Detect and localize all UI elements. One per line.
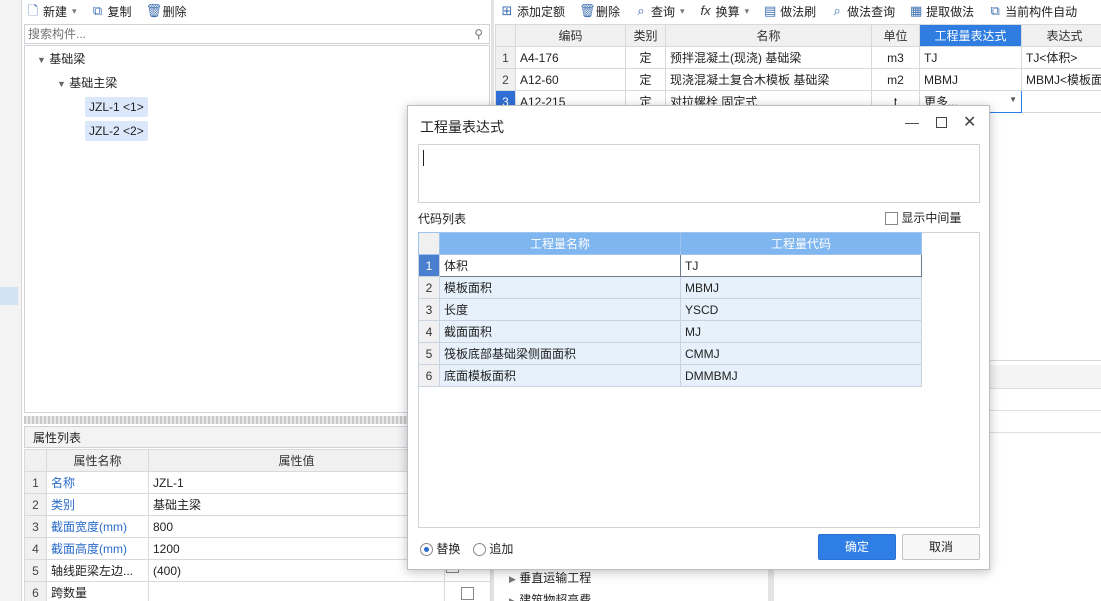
chevron-down-icon: ▾ [680, 5, 685, 16]
table-row[interactable]: 1 A4-176 定 预拌混凝土(现浇) 基础梁 m3 TJ TJ<体积> [495, 46, 1101, 69]
quota-table: 编码 类别 名称 单位 工程量表达式 表达式 1 A4-176 定 预拌混凝土(… [495, 24, 1101, 113]
lower-tree-panel: ▶ 垂直运输工程 ▶ 建筑物超高费 [495, 568, 773, 601]
col-type: 类别 [625, 24, 666, 47]
expand-icon[interactable]: ▶ [509, 596, 516, 601]
append-option[interactable]: 追加 [473, 540, 513, 557]
table-row[interactable]: 6 底面模板面积 DMMBMJ [418, 364, 922, 387]
right-toolbar: ⊞ 添加定额 🗑 删除 ⌕ 查询 ▾ fx 换算 ▾ ▤ 做法刷 ⌕ 做法查询 ▦ 提取做法 ⧉ 当… [500, 0, 1101, 22]
col-quantity-code: 工程量代码 [680, 232, 922, 255]
tree-leaf-1[interactable]: JZL-1 <1> [85, 97, 148, 117]
extract-icon: ▦ [910, 3, 923, 18]
table-row[interactable]: 3 长度 YSCD [418, 298, 922, 321]
lower-divider [768, 568, 774, 601]
table-row[interactable]: 5 筏板底部基础梁侧面面积 CMMJ [418, 342, 922, 365]
lower-right-panel [988, 360, 1101, 601]
tree-node-vertical-transport[interactable]: ▶ 垂直运输工程 [509, 568, 591, 588]
chevron-down-icon: ▾ [72, 5, 77, 16]
checkbox[interactable] [461, 586, 474, 600]
col-prop-value: 属性值 [148, 449, 445, 472]
col-name: 名称 [665, 24, 872, 47]
left-toolbar: 🗋 新建 ▾ ⧉ 复制 🗑 删除 [26, 0, 490, 22]
extract-method-button[interactable]: ▦ 提取做法 [909, 3, 974, 20]
add-quota-button[interactable]: ⊞ 添加定额 [500, 3, 565, 20]
tree-node-root[interactable]: ▼ 基础梁 [37, 49, 85, 69]
collapse-icon[interactable]: ▼ [57, 79, 66, 89]
code-list-label: 代码列表 [418, 212, 467, 226]
col-expression: 工程量表达式 [919, 24, 1022, 47]
expand-icon[interactable]: ▶ [509, 574, 516, 584]
maximize-icon[interactable] [936, 117, 947, 128]
dialog-title: 工程量表达式 [420, 119, 504, 135]
query-button[interactable]: ⌕ 查询 ▾ [634, 3, 685, 20]
close-icon[interactable]: ✕ [963, 112, 976, 132]
col-code: 编码 [515, 24, 626, 47]
delete-quota-button[interactable]: 🗑 删除 [579, 3, 620, 20]
table-row[interactable]: 2 模板面积 MBMJ [418, 276, 922, 299]
table-row[interactable]: 4 截面面积 MJ [418, 320, 922, 343]
query-icon: ⌕ [833, 3, 841, 18]
chevron-down-icon[interactable]: ▼ [1009, 95, 1017, 104]
cancel-button[interactable]: 取消 [902, 534, 980, 560]
query-icon: ⌕ [637, 3, 645, 18]
method-query-button[interactable]: ⌕ 做法查询 [830, 3, 896, 20]
new-file-icon: 🗋 [27, 3, 39, 18]
append-radio[interactable] [473, 543, 486, 557]
replace-option[interactable]: 替换 [420, 540, 460, 557]
delete-button[interactable]: 🗑 删除 [146, 3, 187, 20]
replace-radio[interactable] [420, 543, 433, 557]
chevron-down-icon: ▾ [744, 5, 750, 16]
tree-node-child[interactable]: ▼ 基础主梁 [57, 73, 117, 93]
trash-icon: 🗑 [579, 3, 596, 18]
search-icon[interactable]: ⚲ [474, 27, 483, 41]
table-row[interactable]: 1 体积 TJ [418, 254, 922, 277]
expression-dialog: 工程量表达式 — ✕ 代码列表 显示中间量 工程量名称 工程量代码 1 体积 T… [407, 105, 990, 570]
col-expression-desc: 表达式 [1021, 24, 1101, 47]
text-cursor [423, 150, 424, 166]
search-input[interactable] [25, 25, 465, 43]
left-edge-marker [0, 287, 18, 305]
code-table: 工程量名称 工程量代码 1 体积 TJ 2 模板面积 MBMJ 3 长度 YSC… [418, 232, 922, 387]
component-search: ⚲ [24, 24, 490, 44]
copy-button[interactable]: ⧉ 复制 [91, 3, 132, 20]
table-row[interactable]: 6 跨数量 [24, 581, 491, 601]
minimize-icon[interactable]: — [905, 114, 919, 130]
collapse-icon[interactable]: ▼ [37, 55, 46, 65]
brush-icon: ▤ [763, 3, 777, 18]
tree-node-building-height[interactable]: ▶ 建筑物超高费 [509, 590, 591, 601]
col-quantity-name: 工程量名称 [439, 232, 681, 255]
auto-icon: ⧉ [990, 3, 1000, 18]
ok-button[interactable]: 确定 [818, 534, 896, 560]
table-row[interactable]: 2 A12-60 定 现浇混凝土复合木模板 基础梁 m2 MBMJ MBMJ<模… [495, 68, 1101, 91]
copy-icon: ⧉ [92, 3, 103, 18]
expression-input[interactable] [418, 144, 980, 203]
trash-icon: 🗑 [145, 3, 163, 18]
tree-leaf-2[interactable]: JZL-2 <2> [85, 121, 148, 141]
col-unit: 单位 [871, 24, 920, 47]
convert-button[interactable]: fx 换算 ▾ [699, 3, 750, 20]
method-brush-button[interactable]: ▤ 做法刷 [763, 3, 816, 20]
current-auto-button[interactable]: ⧉ 当前构件自动 [988, 3, 1078, 20]
show-intermediate-toggle[interactable]: 显示中间量 [885, 209, 961, 226]
show-intermediate-checkbox[interactable] [885, 212, 898, 226]
fx-icon: fx [700, 3, 711, 18]
add-icon: ⊞ [501, 3, 513, 18]
col-prop-name: 属性名称 [46, 449, 149, 472]
new-button[interactable]: 🗋 新建 ▾ [26, 3, 77, 20]
